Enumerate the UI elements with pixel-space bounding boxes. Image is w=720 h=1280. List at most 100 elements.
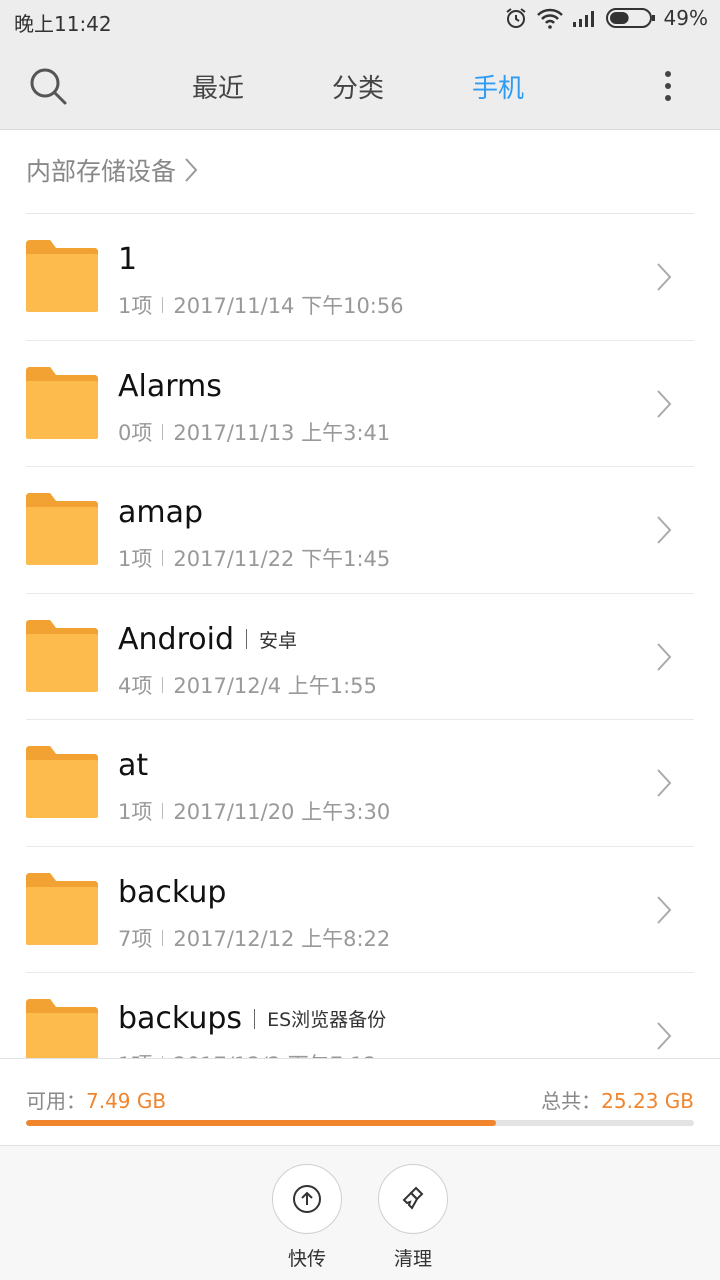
chevron-right-icon (657, 1022, 672, 1050)
folder-name: backups (118, 1001, 243, 1036)
folder-meta: 4项 2017/12/4 上午1:55 (118, 670, 377, 700)
quick-transfer-circle[interactable] (272, 1164, 342, 1234)
quick-transfer-button[interactable]: 快传 (272, 1164, 342, 1271)
folder-icon (26, 240, 98, 312)
list-item[interactable]: 1 1项 2017/11/14 下午10:56 (26, 214, 694, 341)
folder-name-line: at (118, 748, 148, 783)
meta-divider (162, 803, 164, 819)
total-storage: 总共：25.23 GB (541, 1085, 694, 1114)
battery-icon (605, 8, 655, 28)
status-icons: 49% (504, 6, 708, 30)
quick-transfer-label: 快传 (287, 1248, 326, 1270)
available-storage: 可用：7.49 GB (26, 1085, 166, 1114)
item-count: 1项 (118, 800, 153, 824)
folder-icon (26, 746, 98, 818)
tab-recent[interactable]: 最近 (192, 68, 244, 105)
folder-name-line: amap (118, 495, 203, 530)
storage-progress-fill (26, 1120, 496, 1126)
list-item[interactable]: backup 7项 2017/12/12 上午8:22 (26, 847, 694, 973)
folder-name: 1 (118, 242, 138, 277)
more-options-button[interactable] (656, 66, 680, 106)
available-value: 7.49 GB (86, 1089, 167, 1113)
tag-divider (254, 1008, 256, 1029)
item-count: 0项 (118, 420, 153, 445)
list-item[interactable]: at 1项 2017/11/20 上午3:30 (26, 720, 694, 847)
chevron-right-icon (657, 516, 672, 544)
item-count: 1项 (118, 547, 153, 571)
folder-list[interactable]: 1 1项 2017/11/14 下午10:56 Alarms 0项 2017/1… (0, 214, 720, 1058)
signal-icon (572, 11, 594, 27)
status-bar: 晚上11:42 49% (0, 0, 720, 44)
folder-icon (26, 366, 98, 439)
folder-meta: 1项 2017/11/14 下午10:56 (118, 290, 404, 320)
tab-category[interactable]: 分类 (332, 68, 384, 105)
chevron-right-icon (657, 263, 672, 291)
status-time: 晚上11:42 (14, 12, 112, 36)
modified-date: 2017/12/12 上午8:22 (173, 926, 391, 951)
clean-label: 清理 (393, 1248, 432, 1270)
available-label: 可用： (26, 1089, 86, 1113)
clean-circle[interactable] (378, 1164, 448, 1234)
list-item[interactable]: Alarms 0项 2017/11/13 上午3:41 (26, 341, 694, 467)
storage-progress-track (26, 1120, 694, 1126)
folder-meta: 7项 2017/12/12 上午8:22 (118, 923, 390, 953)
folder-icon (26, 493, 98, 565)
item-count: 1项 (118, 294, 153, 318)
chevron-right-icon (657, 769, 672, 797)
folder-name-line: Android 安卓 (118, 622, 297, 657)
breadcrumb[interactable]: 内部存储设备 (26, 152, 198, 188)
chevron-right-icon (657, 895, 672, 924)
modified-date: 2017/12/2 下午7:12 (173, 1049, 377, 1058)
modified-date: 2017/11/20 上午3:30 (173, 800, 391, 824)
folder-meta: 1项 2017/11/20 上午3:30 (118, 796, 390, 826)
meta-divider (162, 550, 164, 566)
tab-phone[interactable]: 手机 (472, 68, 524, 105)
folder-name-line: backup (118, 875, 226, 910)
chevron-right-icon (657, 642, 672, 671)
clean-button[interactable]: 清理 (378, 1164, 448, 1271)
folder-name: Android (118, 621, 234, 657)
wifi-icon (536, 8, 563, 29)
folder-icon (26, 872, 98, 945)
folder-meta: 0项 2017/11/13 上午3:41 (118, 417, 390, 447)
search-button[interactable] (24, 62, 72, 110)
alarm-icon (505, 8, 526, 28)
folder-name-line: Alarms (118, 369, 222, 404)
item-count: 7项 (118, 926, 153, 951)
meta-divider (162, 297, 164, 313)
folder-meta: 1项 2017/11/22 下午1:45 (118, 543, 390, 573)
list-item[interactable]: amap 1项 2017/11/22 下午1:45 (26, 467, 694, 594)
item-count: 1项 (118, 1049, 152, 1058)
modified-date: 2017/11/14 下午10:56 (173, 294, 404, 318)
bottom-action-bar: 快传 清理 (0, 1146, 720, 1280)
list-item[interactable]: backups ES浏览器备份 1项 2017/12/2 下午7:12 (26, 973, 694, 1058)
folder-name-line: backups ES浏览器备份 (118, 1001, 386, 1036)
folder-name: backup (118, 874, 227, 910)
folder-meta: 1项 2017/12/2 下午7:12 (118, 1049, 377, 1058)
storage-summary: 可用：7.49 GB 总共：25.23 GB (0, 1058, 720, 1146)
meta-divider (162, 929, 164, 946)
folder-icon (26, 619, 98, 692)
total-label: 总共： (541, 1089, 602, 1113)
chevron-right-icon (657, 389, 672, 418)
folder-name: Alarms (118, 368, 222, 404)
toolbar: 最近 分类 手机 (0, 44, 720, 130)
folder-name: amap (118, 495, 204, 530)
list-item[interactable]: Android 安卓 4项 2017/12/4 上午1:55 (26, 594, 694, 720)
folder-name-line: 1 (118, 242, 137, 277)
meta-divider (162, 676, 164, 693)
more-vertical-icon (665, 71, 671, 101)
total-value: 25.23 GB (601, 1089, 694, 1113)
broom-icon (402, 1186, 424, 1210)
battery-percent: 49% (663, 6, 708, 30)
tag-divider (246, 629, 247, 649)
meta-divider (162, 423, 164, 440)
folder-tag: ES浏览器备份 (267, 1009, 387, 1031)
search-icon (30, 68, 67, 105)
breadcrumb-label: 内部存储设备 (26, 157, 177, 186)
item-count: 4项 (118, 673, 153, 698)
folder-icon (26, 999, 98, 1058)
modified-date: 2017/11/22 下午1:45 (173, 547, 391, 571)
modified-date: 2017/11/13 上午3:41 (173, 420, 391, 445)
folder-name: at (118, 748, 149, 783)
